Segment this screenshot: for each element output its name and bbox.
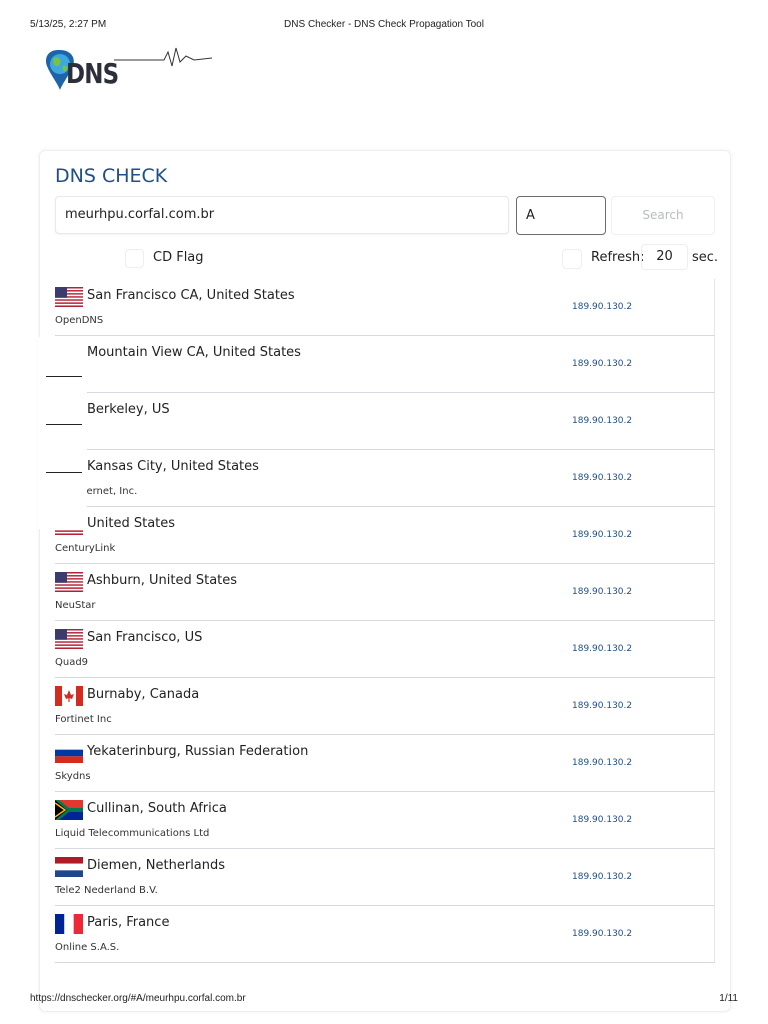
partially-loaded-overlay	[38, 337, 87, 529]
server-location: Burnaby, Canada	[87, 687, 200, 702]
refresh-seconds-input[interactable]: 20	[641, 244, 688, 270]
result-row: Cullinan, South Africa Liquid Telecommuni…	[55, 792, 715, 849]
resolved-ip: 189.90.130.2	[572, 644, 633, 654]
cd-flag-label: CD Flag	[153, 250, 204, 265]
resolved-ip: 189.90.130.2	[572, 359, 633, 369]
result-row: San Francisco, US Quad9 189.90.130.2	[55, 621, 715, 678]
server-location: United States	[87, 516, 176, 531]
fr-flag-icon	[55, 914, 83, 934]
server-location: Kansas City, United States	[87, 459, 259, 474]
resolved-ip: 189.90.130.2	[572, 758, 633, 768]
resolved-ip: 189.90.130.2	[572, 929, 633, 939]
server-provider: Online S.A.S.	[55, 942, 120, 953]
print-url: https://dnschecker.org/#A/meurhpu.corfal…	[30, 993, 246, 1004]
server-provider: Tele2 Nederland B.V.	[55, 885, 158, 896]
server-location: Cullinan, South Africa	[87, 801, 227, 816]
result-row: Diemen, Netherlands Tele2 Nederland B.V. 1…	[55, 849, 715, 906]
result-row: Burnaby, Canada Fortinet Inc 189.90.130.2	[55, 678, 715, 735]
resolved-ip: 189.90.130.2	[572, 473, 633, 483]
result-row: San Francisco CA, United States OpenDNS 18…	[55, 279, 715, 336]
dns-checker-logo[interactable]: DNS	[44, 44, 224, 96]
resolved-ip: 189.90.130.2	[572, 872, 633, 882]
result-row: Yekaterinburg, Russian Federation Skydns 1…	[55, 735, 715, 792]
us-flag-icon	[55, 287, 83, 307]
server-provider: NeuStar	[55, 600, 96, 611]
server-location: Mountain View CA, United States	[87, 345, 301, 360]
card-title: DNS CHECK	[55, 165, 168, 187]
server-location: San Francisco, US	[87, 630, 203, 645]
cd-flag-checkbox[interactable]	[125, 249, 144, 268]
refresh-checkbox[interactable]	[562, 249, 582, 269]
server-provider: Fortinet Inc	[55, 714, 112, 725]
resolved-ip: 189.90.130.2	[572, 302, 633, 312]
logo-text: DNS	[66, 57, 119, 90]
overlay-divider	[46, 424, 82, 425]
server-provider: Liquid Telecommunications Ltd	[55, 828, 210, 839]
nl-flag-icon	[55, 857, 83, 877]
server-provider: Skydns	[55, 771, 91, 782]
server-location: Diemen, Netherlands	[87, 858, 226, 873]
resolved-ip: 189.90.130.2	[572, 701, 633, 711]
result-row: United States CenturyLink 189.90.130.2	[55, 507, 715, 564]
refresh-label: Refresh:	[591, 250, 645, 265]
za-flag-icon	[55, 800, 83, 820]
resolved-ip: 189.90.130.2	[572, 530, 633, 540]
results-list: San Francisco CA, United States OpenDNS 18…	[55, 279, 715, 963]
result-row: Berkeley, US 189.90.130.2	[55, 393, 715, 450]
resolved-ip: 189.90.130.2	[572, 815, 633, 825]
refresh-unit: sec.	[692, 250, 719, 265]
us-flag-icon	[55, 629, 83, 649]
resolved-ip: 189.90.130.2	[572, 416, 633, 426]
overlay-divider	[46, 472, 82, 473]
us-flag-icon	[55, 572, 83, 592]
resolved-ip: 189.90.130.2	[572, 587, 633, 597]
result-row: Mountain View CA, United States 189.90.13…	[55, 336, 715, 393]
server-location: Berkeley, US	[87, 402, 170, 417]
domain-input[interactable]: meurhpu.corfal.com.br	[55, 196, 509, 234]
server-provider: OpenDNS	[55, 315, 104, 326]
search-button[interactable]: Search	[611, 196, 715, 235]
result-row: Ashburn, United States NeuStar 189.90.130.…	[55, 564, 715, 621]
record-type-select[interactable]: A	[516, 196, 606, 235]
result-row: Paris, France Online S.A.S. 189.90.130.2	[55, 906, 715, 963]
server-location: Yekaterinburg, Russian Federation	[87, 744, 309, 759]
ca-flag-icon	[55, 686, 83, 706]
print-title: DNS Checker - DNS Check Propagation Tool	[284, 19, 484, 30]
server-provider: CenturyLink	[55, 543, 116, 554]
server-location: Ashburn, United States	[87, 573, 238, 588]
server-location: San Francisco CA, United States	[87, 288, 295, 303]
server-location: Paris, France	[87, 915, 170, 930]
result-row: Kansas City, United States ale Internet, …	[55, 450, 715, 507]
overlay-divider	[46, 376, 82, 377]
ru-flag-icon	[55, 743, 83, 763]
print-page-number: 1/11	[719, 993, 738, 1004]
server-provider: Quad9	[55, 657, 89, 668]
